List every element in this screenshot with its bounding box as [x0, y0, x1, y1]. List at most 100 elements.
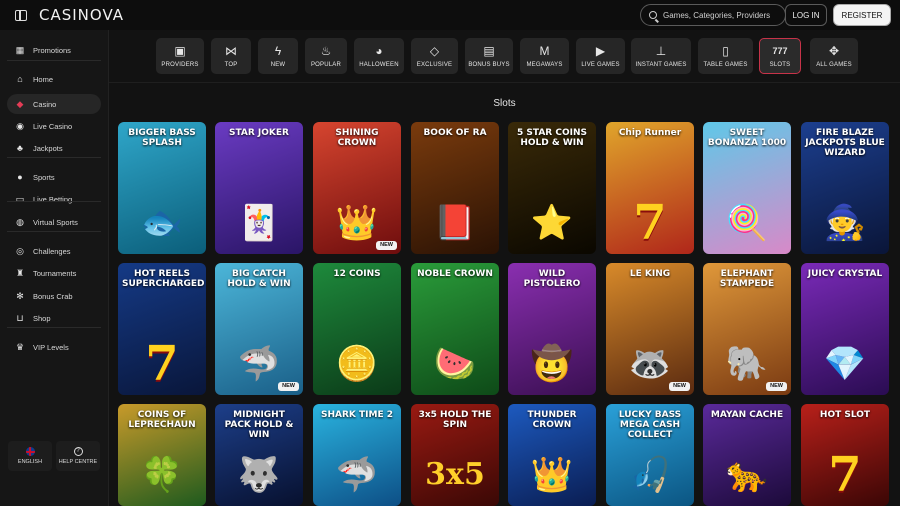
category-tab-new[interactable]: ϟ NEW	[258, 38, 298, 74]
category-label: MEGAWAYS	[526, 62, 563, 68]
category-tab-bonus-buys[interactable]: ▤ BONUS BUYS	[465, 38, 513, 74]
category-tab-table-games[interactable]: ▯ TABLE GAMES	[698, 38, 753, 74]
game-tile[interactable]: LUCKY BASS MEGA CASH COLLECT 🎣	[606, 404, 694, 506]
sidebar-item-jackpots[interactable]: ♣ Jackpots	[7, 138, 101, 158]
sidebar-item-label: Promotions	[33, 45, 71, 55]
sidebar-item-bonus-crab[interactable]: ✻ Bonus Crab	[7, 286, 101, 306]
category-tab-top[interactable]: ⋈ TOP	[211, 38, 251, 74]
game-tile[interactable]: MIDNIGHT PACK HOLD & WIN 🐺	[215, 404, 303, 506]
logo[interactable]: CASINOVA	[39, 6, 124, 24]
game-tile[interactable]: MAYAN CACHE 🐆	[703, 404, 791, 506]
bowtie-icon: ⋈	[225, 44, 237, 58]
game-grid: BIGGER BASS SPLASH 🐟 STAR JOKER 🃏 SHINING CR…	[118, 122, 890, 506]
game-tile[interactable]: BIGGER BASS SPLASH 🐟	[118, 122, 206, 254]
game-title: LE KING	[629, 269, 671, 279]
login-button[interactable]: LOG IN	[785, 4, 827, 26]
sidebar-item-label: Live Casino	[33, 121, 73, 131]
category-tab-live-games[interactable]: ▶ LIVE GAMES	[576, 38, 625, 74]
sidebar-item-label: Virtual Sports	[33, 217, 78, 227]
sidebar-item-shop[interactable]: ⊔ Shop	[7, 308, 101, 328]
game-title: WILD PISTOLERO	[523, 269, 581, 289]
game-art: 🐆	[725, 456, 769, 494]
pumpkin-icon: ◕	[375, 44, 383, 58]
sidebar-toggle-icon[interactable]	[15, 9, 27, 21]
category-tab-slots[interactable]: 777 SLOTS	[759, 38, 801, 74]
category-bar: ▣ PROVIDERS ⋈ TOP ϟ NEW ♨ POPULAR ◕ HALLOWEEN ◇ EXC…	[109, 30, 900, 83]
sidebar-item-label: Casino	[33, 99, 57, 109]
seven-icon: 777	[772, 46, 788, 56]
sidebar-item-label: Challenges	[33, 246, 71, 256]
game-art: 🧙	[823, 204, 867, 242]
cherry-icon: ◆	[16, 98, 24, 109]
game-tile[interactable]: BIG CATCH HOLD & WIN 🦈 NEW	[215, 263, 303, 395]
game-title: JUICY CRYSTAL	[807, 269, 883, 279]
game-art: 🃏	[237, 204, 281, 242]
game-title: COINS OF LEPRECHAUN	[128, 410, 196, 430]
trophy-icon: ♜	[15, 267, 25, 278]
game-tile[interactable]: FIRE BLAZE JACKPOTS BLUE WIZARD 🧙	[801, 122, 889, 254]
sidebar-item-live-betting[interactable]: ▭ Live Betting	[7, 189, 101, 209]
sidebar-divider	[7, 157, 101, 158]
game-tile[interactable]: 5 STAR COINS HOLD & WIN ⭐	[508, 122, 596, 254]
category-tab-megaways[interactable]: M MEGAWAYS	[520, 38, 569, 74]
game-art: 👑	[530, 456, 574, 494]
providers-icon: ▣	[174, 44, 186, 58]
chip-icon: ◉	[16, 120, 24, 131]
help-centre-button[interactable]: ? HELP CENTRE	[56, 441, 100, 471]
search-bar[interactable]	[640, 4, 786, 26]
game-tile[interactable]: Chip Runner 7	[606, 122, 694, 254]
language-selector[interactable]: ENGLISH	[8, 441, 52, 471]
sidebar-item-vip-levels[interactable]: ♛ VIP Levels	[7, 337, 101, 357]
play-icon: ▶	[595, 44, 606, 58]
sidebar-item-challenges[interactable]: ◎ Challenges	[7, 241, 101, 261]
category-tab-popular[interactable]: ♨ POPULAR	[305, 38, 347, 74]
game-tile[interactable]: ELEPHANT STAMPEDE 🐘 NEW	[703, 263, 791, 395]
game-tile[interactable]: SWEET BONANZA 1000 🍭	[703, 122, 791, 254]
category-tab-all-games[interactable]: ✥ ALL GAMES	[810, 38, 858, 74]
game-tile[interactable]: HOT REELS SUPERCHARGED 7	[118, 263, 206, 395]
game-tile[interactable]: SHINING CROWN 👑 NEW	[313, 122, 401, 254]
game-tile[interactable]: 12 COINS 🪙	[313, 263, 401, 395]
game-tile[interactable]: STAR JOKER 🃏	[215, 122, 303, 254]
category-tab-instant-games[interactable]: ⊥ INSTANT GAMES	[631, 38, 691, 74]
game-tile[interactable]: SHARK TIME 2 🦈	[313, 404, 401, 506]
category-label: INSTANT GAMES	[635, 62, 687, 68]
category-tab-exclusive[interactable]: ◇ EXCLUSIVE	[411, 38, 458, 74]
game-tile[interactable]: 3x5 HOLD THE SPIN 3x5	[411, 404, 499, 506]
sidebar-item-tournaments[interactable]: ♜ Tournaments	[7, 263, 101, 283]
game-tile[interactable]: BOOK OF RA 📕	[411, 122, 499, 254]
sidebar-divider	[7, 231, 101, 232]
register-button[interactable]: REGISTER	[833, 4, 891, 26]
game-art: 🐘	[725, 345, 769, 383]
game-tile[interactable]: NOBLE CROWN 🍉	[411, 263, 499, 395]
help-label: HELP CENTRE	[58, 459, 98, 465]
sidebar-item-label: Bonus Crab	[33, 291, 73, 301]
game-tile[interactable]: HOT SLOT 7	[801, 404, 889, 506]
sidebar-item-home[interactable]: ⌂ Home	[7, 69, 101, 89]
game-art: ⭐	[530, 204, 574, 242]
game-tile[interactable]: WILD PISTOLERO 🤠	[508, 263, 596, 395]
language-label: ENGLISH	[17, 459, 43, 465]
sidebar-item-sports[interactable]: ● Sports	[7, 167, 101, 187]
game-art: 🦈	[335, 456, 379, 494]
category-tab-providers[interactable]: ▣ PROVIDERS	[156, 38, 204, 74]
sidebar-item-promotions[interactable]: ▦ Promotions	[7, 40, 101, 60]
sidebar-item-casino[interactable]: ◆ Casino	[7, 94, 101, 114]
cards-icon: ▯	[722, 44, 729, 58]
game-title: 12 COINS	[333, 269, 381, 279]
sidebar-item-live-casino[interactable]: ◉ Live Casino	[7, 116, 101, 136]
game-tile[interactable]: THUNDER CROWN 👑	[508, 404, 596, 506]
category-tab-halloween[interactable]: ◕ HALLOWEEN	[354, 38, 404, 74]
category-label: TOP	[224, 62, 238, 68]
game-tile[interactable]: COINS OF LEPRECHAUN 🍀	[118, 404, 206, 506]
game-tile[interactable]: JUICY CRYSTAL 💎	[801, 263, 889, 395]
search-input[interactable]	[663, 10, 783, 20]
grid-icon: ✥	[828, 44, 840, 58]
sidebar-item-virtual-sports[interactable]: ◍ Virtual Sports	[7, 212, 101, 232]
game-tile[interactable]: LE KING 🦝 NEW	[606, 263, 694, 395]
category-label: HALLOWEEN	[359, 62, 399, 68]
sidebar-divider	[7, 327, 101, 328]
sidebar-divider	[7, 60, 101, 61]
ball-icon: ●	[17, 172, 23, 182]
game-art: 🦝	[628, 345, 672, 383]
